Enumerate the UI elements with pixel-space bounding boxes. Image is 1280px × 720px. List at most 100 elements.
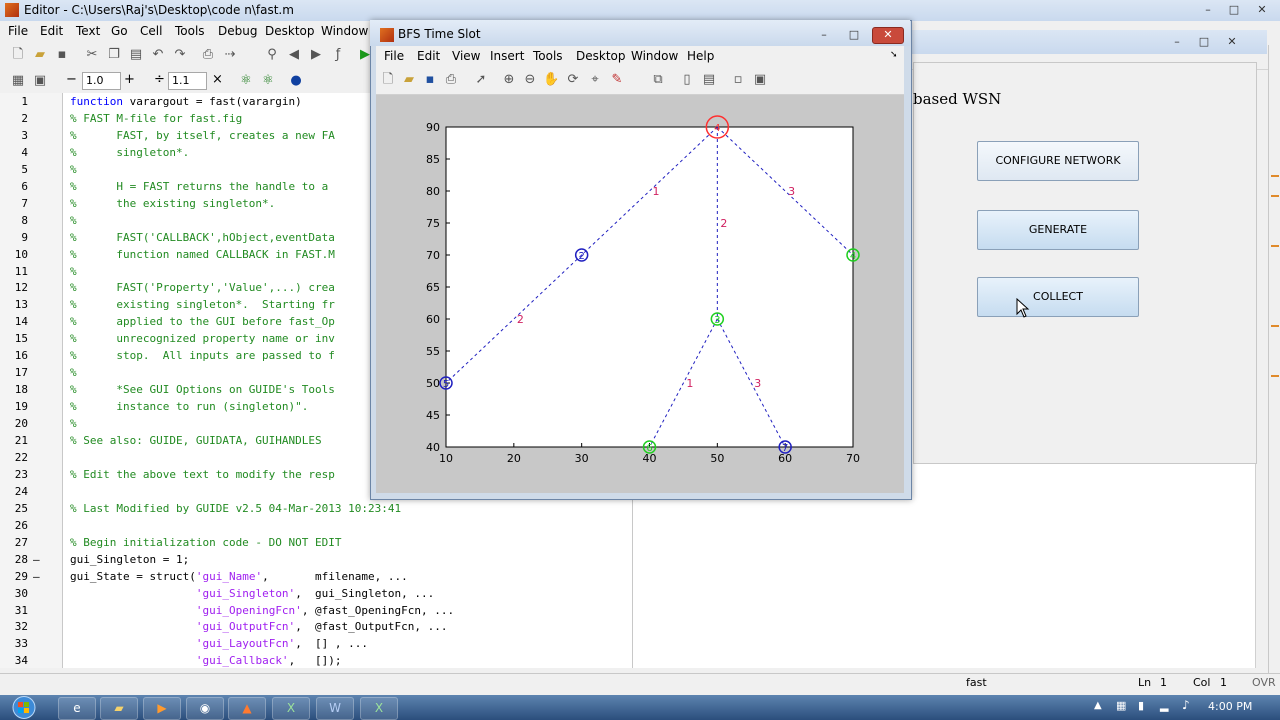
code-line[interactable]: 'gui_Singleton', gui_Singleton, ...: [70, 587, 434, 600]
code-line[interactable]: % FAST M-file for fast.fig: [70, 112, 242, 125]
code-line[interactable]: % Last Modified by GUIDE v2.5 04-Mar-201…: [70, 502, 401, 515]
menu-go[interactable]: Go: [111, 24, 128, 38]
code-line[interactable]: % singleton*.: [70, 146, 189, 159]
tray-network-icon[interactable]: ▦: [1116, 699, 1126, 712]
fig-menu-edit[interactable]: Edit: [417, 49, 440, 63]
decrement-button[interactable]: −: [66, 72, 77, 87]
back-icon[interactable]: ◀: [286, 47, 302, 63]
code-line[interactable]: 'gui_LayoutFcn', [] , ...: [70, 637, 368, 650]
breakpoint-dash[interactable]: –: [33, 553, 40, 566]
increment-value-field[interactable]: 1.0: [82, 72, 121, 90]
code-line[interactable]: % applied to the GUI before fast_Op: [70, 315, 335, 328]
fig-menu-tools[interactable]: Tools: [533, 49, 563, 63]
fig-menu-window[interactable]: Window: [631, 49, 678, 63]
code-line[interactable]: % instance to run (singleton)".: [70, 400, 308, 413]
figure-minimize-icon[interactable]: –: [812, 28, 836, 42]
function-icon[interactable]: ƒ: [330, 47, 346, 63]
tray-signal-icon[interactable]: ▂: [1160, 699, 1168, 712]
menu-cell[interactable]: Cell: [140, 24, 162, 38]
multiplier-value-field[interactable]: 1.1: [168, 72, 207, 90]
show-plot-tools-icon[interactable]: ▣: [752, 72, 768, 88]
code-line[interactable]: %: [70, 163, 77, 176]
print-icon[interactable]: ⎙: [200, 47, 216, 63]
word-task-icon[interactable]: W: [316, 697, 354, 720]
code-line[interactable]: %: [70, 417, 77, 430]
save-icon[interactable]: ▪: [54, 47, 70, 63]
new-file-icon[interactable]: 🗋: [10, 47, 26, 63]
code-line[interactable]: 'gui_Callback', []);: [70, 654, 342, 667]
copy-icon[interactable]: ❐: [106, 47, 122, 63]
rotate-icon[interactable]: ⟳: [565, 72, 581, 88]
breakpoint-dash[interactable]: –: [33, 570, 40, 583]
data-cursor-icon[interactable]: ⌖: [587, 72, 603, 88]
brush-icon[interactable]: ✎: [609, 72, 625, 88]
hide-plot-tools-icon[interactable]: ▫: [730, 72, 746, 88]
vertical-scrollbar[interactable]: [1255, 93, 1269, 668]
collect-button[interactable]: COLLECT: [977, 277, 1139, 317]
eval-cell-icon[interactable]: ⚛: [238, 73, 254, 89]
multiply-button[interactable]: ×: [212, 72, 223, 87]
tray-volume-icon[interactable]: ♪: [1182, 698, 1190, 712]
menu-window[interactable]: Window: [321, 24, 368, 38]
code-line[interactable]: function varargout = fast(varargin): [70, 95, 302, 108]
code-line[interactable]: % the existing singleton*.: [70, 197, 275, 210]
undo-icon[interactable]: ↶: [150, 47, 166, 63]
matlab-task-icon[interactable]: ▲: [228, 697, 266, 720]
code-line[interactable]: gui_Singleton = 1;: [70, 553, 189, 566]
menu-dock-icon[interactable]: ➘: [890, 50, 898, 60]
code-line[interactable]: %: [70, 366, 77, 379]
fig-menu-file[interactable]: File: [384, 49, 404, 63]
code-line[interactable]: 'gui_OpeningFcn', @fast_OpeningFcn, ...: [70, 604, 454, 617]
help-icon[interactable]: ●: [288, 73, 304, 89]
code-line[interactable]: % FAST('Property','Value',...) crea: [70, 281, 335, 294]
menu-edit[interactable]: Edit: [40, 24, 63, 38]
generate-button[interactable]: GENERATE: [977, 210, 1139, 250]
fig-save-icon[interactable]: ▪: [422, 72, 438, 88]
menu-text[interactable]: Text: [76, 24, 100, 38]
code-line[interactable]: % Begin initialization code - DO NOT EDI…: [70, 536, 342, 549]
code-line[interactable]: % See also: GUIDE, GUIDATA, GUIHANDLES: [70, 434, 322, 447]
explorer-icon[interactable]: ▰: [100, 697, 138, 720]
fig-menu-desktop[interactable]: Desktop: [576, 49, 626, 63]
zoom-out-icon[interactable]: ⊖: [522, 72, 538, 88]
right-edge-scrollbar[interactable]: [1268, 45, 1280, 675]
fig-print-icon[interactable]: ⎙: [443, 72, 459, 88]
menu-desktop[interactable]: Desktop: [265, 24, 315, 38]
code-line[interactable]: % unrecognized property name or inv: [70, 332, 335, 345]
increment-button[interactable]: +: [124, 72, 135, 87]
figure-close-icon[interactable]: ✕: [872, 27, 904, 44]
maximize-icon[interactable]: □: [1222, 3, 1246, 17]
code-line[interactable]: % existing singleton*. Starting fr: [70, 298, 335, 311]
code-line[interactable]: 'gui_OutputFcn', @fast_OutputFcn, ...: [70, 620, 448, 633]
gui-maximize-icon[interactable]: □: [1192, 35, 1216, 49]
legend-icon[interactable]: ▤: [701, 72, 717, 88]
fig-menu-help[interactable]: Help: [687, 49, 714, 63]
forward-icon[interactable]: ▶: [308, 47, 324, 63]
tray-arrow-icon[interactable]: ▲: [1094, 700, 1102, 711]
code-line[interactable]: % H = FAST returns the handle to a: [70, 180, 328, 193]
open-folder-icon[interactable]: ▰: [32, 47, 48, 63]
menu-tools[interactable]: Tools: [175, 24, 205, 38]
redo-icon[interactable]: ↷: [172, 47, 188, 63]
cell-mode-icon[interactable]: ▦: [10, 73, 26, 89]
fig-menu-insert[interactable]: Insert: [490, 49, 524, 63]
close-icon[interactable]: ✕: [1250, 3, 1274, 17]
menu-debug[interactable]: Debug: [218, 24, 257, 38]
ie-icon[interactable]: e: [58, 697, 96, 720]
link-plot-icon[interactable]: ⧉: [650, 72, 666, 88]
fig-menu-view[interactable]: View: [452, 49, 480, 63]
colorbar-icon[interactable]: ▯: [679, 72, 695, 88]
gui-titlebar[interactable]: – □ ✕: [907, 30, 1267, 54]
bfs-plot[interactable]: 10 20 30 40 50 60 7040455055606570758085901223…: [376, 95, 904, 493]
taskbar-clock[interactable]: 4:00 PM: [1208, 700, 1252, 713]
eval-advance-icon[interactable]: ⚛: [260, 73, 276, 89]
start-button-icon[interactable]: [6, 695, 42, 720]
editor-titlebar[interactable]: Editor - C:\Users\Raj's\Desktop\code n\f…: [0, 0, 1280, 21]
tray-battery-icon[interactable]: ▮: [1138, 699, 1144, 712]
media-player-icon[interactable]: ▶: [143, 697, 181, 720]
code-line[interactable]: % FAST('CALLBACK',hObject,eventData: [70, 231, 335, 244]
excel-task-icon[interactable]: X: [272, 697, 310, 720]
divide-button[interactable]: ÷: [154, 72, 165, 87]
pointer-icon[interactable]: ➚: [473, 72, 489, 88]
code-line[interactable]: % function named CALLBACK in FAST.M: [70, 248, 335, 261]
